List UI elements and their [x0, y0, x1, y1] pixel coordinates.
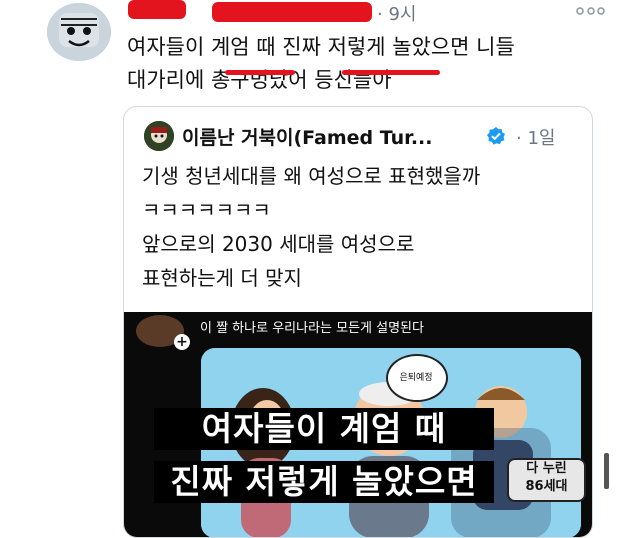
text-redaction: [342, 70, 440, 75]
author-name-redaction: [128, 0, 186, 19]
tweet-text-line: 대가리에 총구멍났어 등신들아: [127, 68, 392, 92]
quoted-text-line: 기생 청년세대를 왜 여성으로 표현했을까: [142, 164, 481, 188]
quoted-text-line: 표현하는게 더 맞지: [142, 266, 302, 290]
generation-tag-line: 다 누린: [526, 461, 567, 476]
generation-tag-line: 86세대: [525, 479, 568, 494]
more-icon[interactable]: [575, 4, 605, 18]
quoted-text-line: 앞으로의 2030 세대를 여성으로: [142, 232, 415, 256]
bubble-text: 은퇴예정: [399, 373, 433, 383]
add-icon: +: [174, 334, 190, 350]
generation-tag: 다 누린 86세대: [507, 458, 586, 502]
quoted-text: 기생 청년세대를 왜 여성으로 표현했을까 ㅋㅋㅋㅋㅋㅋㅋ 앞으로의 2030 …: [142, 159, 582, 295]
tweet-text-line: 여자들이 계엄 때 진짜 저렇게 놀았으면 니들: [127, 35, 515, 59]
media-caption: 이 짤 하나로 우리나라는 모든게 설명된다: [200, 321, 424, 336]
quoted-timestamp[interactable]: · 1일: [516, 124, 555, 150]
meme-overlay-line1: 여자들이 계엄 때: [154, 408, 494, 450]
quoted-author-avatar[interactable]: [144, 121, 174, 151]
meme-overlay-line2: 진짜 저렇게 놀았으면: [154, 461, 494, 503]
tweet-timestamp[interactable]: · 9시: [377, 0, 416, 26]
author-avatar[interactable]: [47, 3, 111, 61]
quoted-text-line: ㅋㅋㅋㅋㅋㅋㅋ: [142, 198, 271, 222]
text-redaction: [225, 70, 295, 75]
tweet-text: 여자들이 계엄 때 진짜 저렇게 놀았으면 니들 대가리에 총구멍났어 등신들아: [127, 31, 597, 97]
handle-redaction: [212, 2, 372, 22]
scrollbar[interactable]: [604, 453, 609, 489]
verified-badge-icon: [487, 127, 505, 145]
quoted-author-name[interactable]: 이름난 거북이(Famed Tur...: [182, 123, 432, 150]
